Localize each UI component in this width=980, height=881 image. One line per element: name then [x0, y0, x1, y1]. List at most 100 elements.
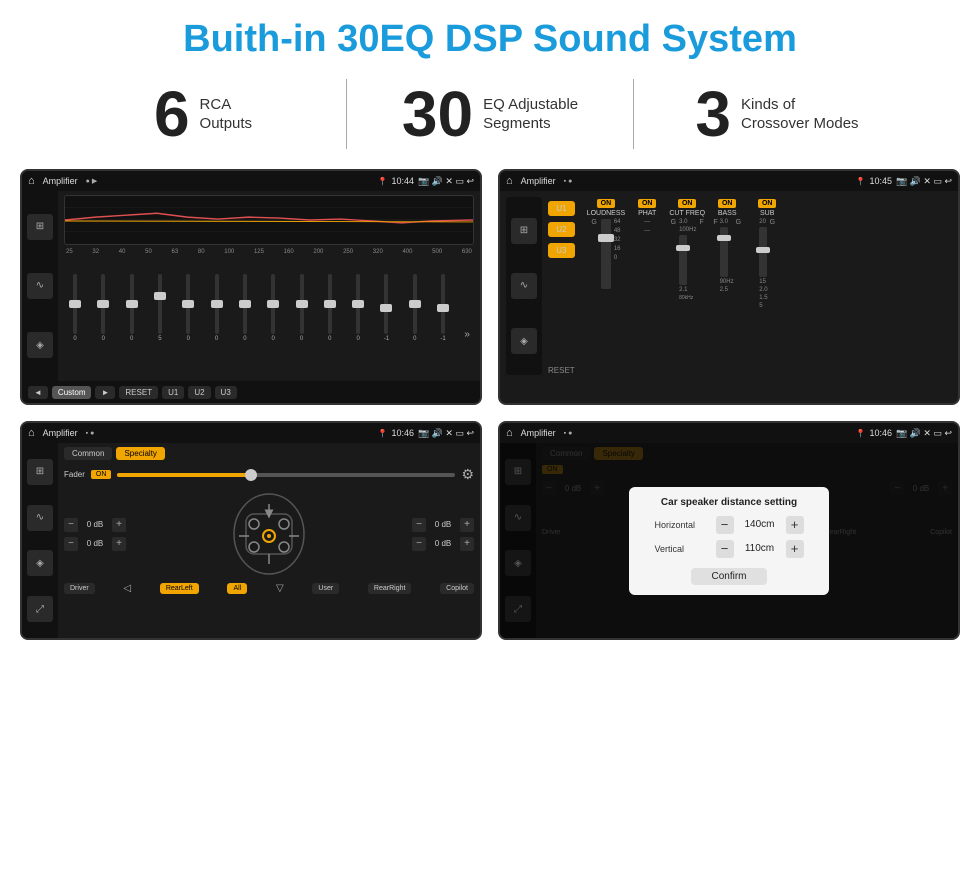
- eq-slider-8[interactable]: 0: [293, 274, 311, 342]
- plus-btn-3[interactable]: +: [460, 537, 474, 551]
- preset-u1[interactable]: U1: [548, 201, 575, 216]
- rearright-btn[interactable]: RearRight: [368, 583, 412, 594]
- user-btn[interactable]: User: [312, 583, 339, 594]
- left-arrow-icon[interactable]: ◁: [123, 583, 131, 594]
- down-arrow-icon[interactable]: ▽: [276, 583, 284, 594]
- plus-btn-2[interactable]: +: [460, 518, 474, 532]
- rearleft-btn[interactable]: RearLeft: [160, 583, 199, 594]
- band-phat: ON PHAT ——: [629, 199, 665, 375]
- eq-bottom-bar: ◄ Custom ► RESET U1 U2 U3: [22, 381, 480, 403]
- minus-btn-3[interactable]: −: [412, 537, 426, 551]
- u3-btn[interactable]: U3: [215, 386, 237, 399]
- play-btn[interactable]: ►: [95, 386, 115, 399]
- horizontal-plus[interactable]: +: [786, 516, 804, 534]
- minus-btn-0[interactable]: −: [64, 518, 78, 532]
- fader-label: Fader: [64, 470, 85, 479]
- stat-number-rca: 6: [154, 82, 190, 146]
- cross-filter-btn[interactable]: ⊞: [27, 459, 53, 485]
- eq-slider-3[interactable]: 5: [151, 274, 169, 342]
- preset-u3[interactable]: U3: [548, 243, 575, 258]
- eq-wave-btn[interactable]: ∿: [27, 273, 53, 299]
- horizontal-minus[interactable]: −: [716, 516, 734, 534]
- phat-label: PHAT: [638, 210, 656, 217]
- cutfreq-on[interactable]: ON: [678, 199, 697, 208]
- vertical-label: Vertical: [655, 544, 710, 554]
- cross-db-row-3: − 0 dB +: [412, 537, 474, 551]
- amp-sidebar: ⊞ ∿ ◈: [506, 197, 542, 375]
- driver-btn[interactable]: Driver: [64, 583, 95, 594]
- vertical-value: 110cm: [740, 543, 780, 554]
- tab-common[interactable]: Common: [64, 447, 112, 460]
- preset-u2[interactable]: U2: [548, 222, 575, 237]
- settings-icon[interactable]: ⚙: [461, 466, 474, 483]
- loudness-label: LOUDNESS: [587, 210, 626, 217]
- fader-on-btn[interactable]: ON: [91, 470, 112, 479]
- vertical-minus[interactable]: −: [716, 540, 734, 558]
- loudness-on[interactable]: ON: [597, 199, 616, 208]
- eq-slider-13[interactable]: -1: [434, 274, 452, 342]
- statusbar-top-left: ⌂ Amplifier ● ▶ 📍 10:44 📷 🔊 ✕ ▭ ↩: [22, 171, 480, 191]
- vertical-plus[interactable]: +: [786, 540, 804, 558]
- eq-slider-1[interactable]: 0: [94, 274, 112, 342]
- home-icon[interactable]: ⌂: [28, 175, 35, 187]
- tab-specialty[interactable]: Specialty: [116, 447, 164, 460]
- amp-filter-btn[interactable]: ⊞: [511, 218, 537, 244]
- home-icon-3[interactable]: ⌂: [28, 427, 35, 439]
- cross-vol-btn[interactable]: ◈: [27, 550, 53, 576]
- minus-btn-2[interactable]: −: [412, 518, 426, 532]
- horizontal-label: Horizontal: [655, 520, 710, 530]
- home-icon-2[interactable]: ⌂: [506, 175, 513, 187]
- eq-slider-4[interactable]: 0: [179, 274, 197, 342]
- home-icon-4[interactable]: ⌂: [506, 427, 513, 439]
- cross-tabs: Common Specialty: [64, 447, 474, 460]
- prev-btn[interactable]: ◄: [28, 386, 48, 399]
- bass-label: BASS: [718, 210, 737, 217]
- loudness-slider[interactable]: [601, 219, 611, 289]
- bass-on[interactable]: ON: [718, 199, 737, 208]
- u2-btn[interactable]: U2: [188, 386, 210, 399]
- cross-expand-btn[interactable]: ⤢: [27, 596, 53, 622]
- eq-slider-7[interactable]: 0: [264, 274, 282, 342]
- plus-btn-0[interactable]: +: [112, 518, 126, 532]
- cross-sidebar: ⊞ ∿ ◈ ⤢: [22, 443, 58, 638]
- eq-slider-12[interactable]: 0: [406, 274, 424, 342]
- eq-filter-btn[interactable]: ⊞: [27, 214, 53, 240]
- amp-content: ⊞ ∿ ◈ U1 U2 U3 RESET ON LOUDNESS G: [500, 191, 958, 381]
- expand-icon[interactable]: »: [462, 327, 472, 342]
- fader-track[interactable]: [117, 473, 455, 477]
- eq-vol-btn[interactable]: ◈: [27, 332, 53, 358]
- eq-slider-9[interactable]: 0: [321, 274, 339, 342]
- status-icons-3: 📷 🔊 ✕ ▭ ↩: [418, 428, 474, 439]
- stat-desc-eq: EQ Adjustable Segments: [483, 95, 578, 134]
- amp-vol-btn[interactable]: ◈: [511, 328, 537, 354]
- copilot-btn[interactable]: Copilot: [440, 583, 474, 594]
- cross-main: Common Specialty Fader ON ⚙: [58, 443, 480, 638]
- dialog-content: ⊞ ∿ ◈ ⤢ Common Specialty ON − 0 dB: [500, 443, 958, 638]
- minus-btn-1[interactable]: −: [64, 537, 78, 551]
- horizontal-row: Horizontal − 140cm +: [643, 516, 815, 534]
- eq-slider-5[interactable]: 0: [208, 274, 226, 342]
- reset-btn[interactable]: RESET: [119, 386, 158, 399]
- u1-btn[interactable]: U1: [162, 386, 184, 399]
- statusbar-top-right: ⌂ Amplifier ▪ ● 📍 10:45 📷 🔊 ✕ ▭ ↩: [500, 171, 958, 191]
- amp-wave-btn[interactable]: ∿: [511, 273, 537, 299]
- eq-slider-6[interactable]: 0: [236, 274, 254, 342]
- stats-row: 6 RCA Outputs 30 EQ Adjustable Segments …: [0, 71, 980, 163]
- cross-wave-btn[interactable]: ∿: [27, 505, 53, 531]
- statusbar-bottom-left: ⌂ Amplifier ▪ ● 📍 10:46 📷 🔊 ✕ ▭ ↩: [22, 423, 480, 443]
- eq-slider-2[interactable]: 0: [123, 274, 141, 342]
- eq-slider-10[interactable]: 0: [349, 274, 367, 342]
- status-icons-4: 📷 🔊 ✕ ▭ ↩: [896, 428, 952, 439]
- sub-on[interactable]: ON: [758, 199, 777, 208]
- eq-slider-0[interactable]: 0: [66, 274, 84, 342]
- stat-desc-crossover: Kinds of Crossover Modes: [741, 95, 859, 134]
- cross-db-row-0: − 0 dB +: [64, 518, 126, 532]
- all-btn[interactable]: All: [227, 583, 247, 594]
- eq-slider-11[interactable]: -1: [377, 274, 395, 342]
- confirm-button[interactable]: Confirm: [691, 568, 766, 585]
- custom-btn[interactable]: Custom: [52, 386, 92, 399]
- plus-btn-1[interactable]: +: [112, 537, 126, 551]
- reset-label[interactable]: RESET: [548, 360, 575, 375]
- amplifier-title-2: Amplifier: [521, 176, 556, 186]
- phat-on[interactable]: ON: [638, 199, 657, 208]
